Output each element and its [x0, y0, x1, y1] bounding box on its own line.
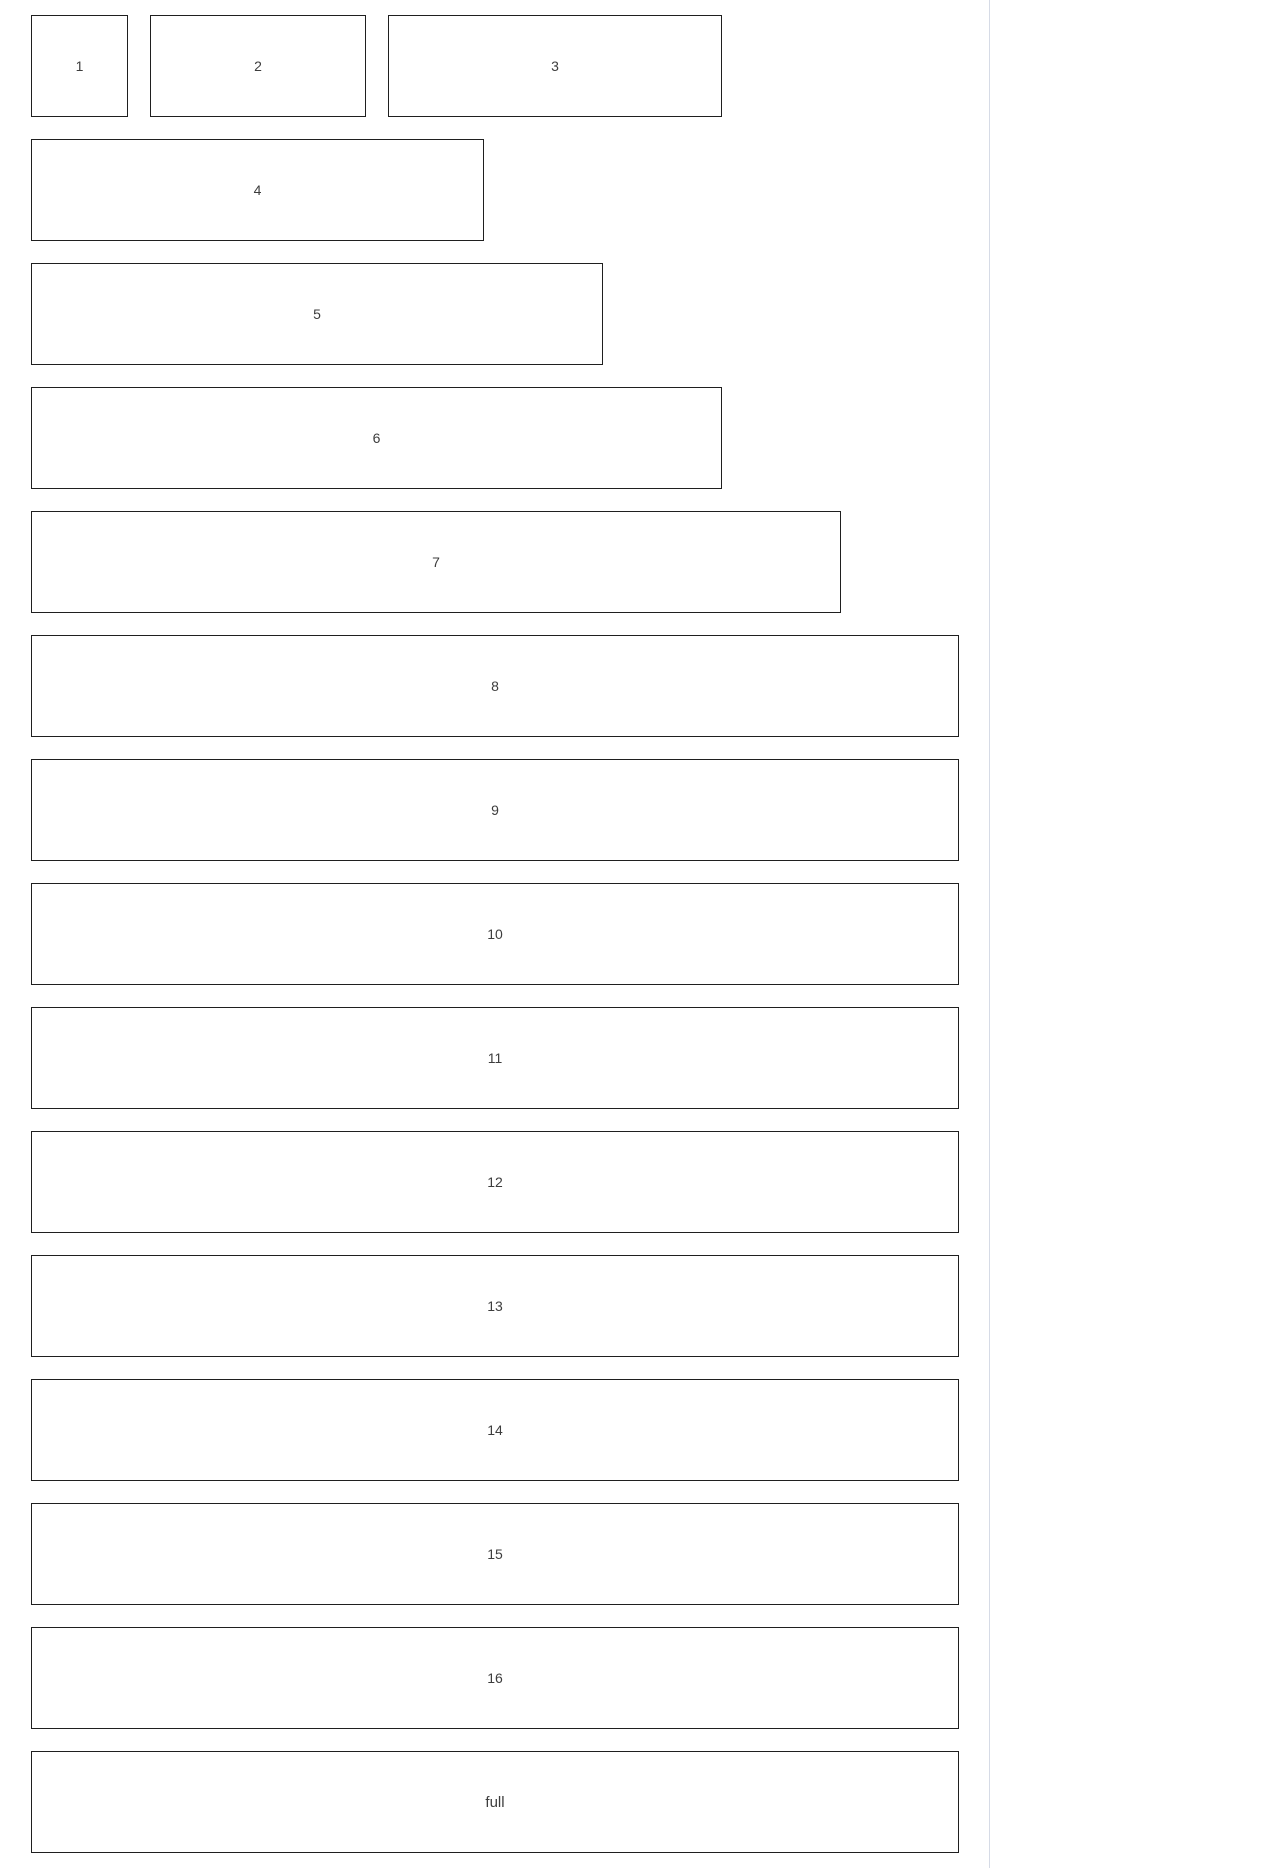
grid-box-5: 5 [31, 263, 603, 365]
grid-box-label: 12 [487, 1174, 503, 1190]
grid-box-1: 1 [31, 15, 128, 117]
grid-box-13: 13 [31, 1255, 959, 1357]
grid-box-4: 4 [31, 139, 484, 241]
grid-box-label: 9 [491, 802, 499, 818]
grid-box-6: 6 [31, 387, 722, 489]
grid-box-label: 15 [487, 1546, 503, 1562]
grid-box-label: full [485, 1793, 505, 1811]
grid-box-11: 11 [31, 1007, 959, 1109]
grid-box-label: 10 [487, 926, 503, 942]
grid-box-2: 2 [150, 15, 366, 117]
grid-box-8: 8 [31, 635, 959, 737]
grid-box-label: 1 [75, 58, 84, 74]
grid-box-label: 14 [487, 1422, 503, 1438]
grid-box-12: 12 [31, 1131, 959, 1233]
grid-box-label: 7 [432, 554, 440, 570]
grid-box-9: 9 [31, 759, 959, 861]
grid-box-3: 3 [388, 15, 722, 117]
grid-box-label: 4 [253, 182, 262, 198]
main-content-area: 1 2 3 4 5 6 7 8 9 10 11 12 13 14 15 16 f… [0, 0, 989, 1868]
grid-box-label: 8 [491, 678, 499, 694]
right-side-panel [990, 0, 1280, 1868]
grid-box-label: 11 [487, 1050, 503, 1066]
grid-box-label: 2 [254, 58, 262, 74]
grid-box-7: 7 [31, 511, 841, 613]
grid-box-label: 3 [551, 58, 559, 74]
grid-box-label: 5 [313, 306, 321, 322]
grid-box-label: 13 [487, 1298, 503, 1314]
grid-box-14: 14 [31, 1379, 959, 1481]
grid-box-16: 16 [31, 1627, 959, 1729]
grid-box-10: 10 [31, 883, 959, 985]
grid-box-label: 6 [372, 430, 381, 446]
grid-box-full: full [31, 1751, 959, 1853]
grid-box-15: 15 [31, 1503, 959, 1605]
grid-box-label: 16 [487, 1670, 503, 1686]
